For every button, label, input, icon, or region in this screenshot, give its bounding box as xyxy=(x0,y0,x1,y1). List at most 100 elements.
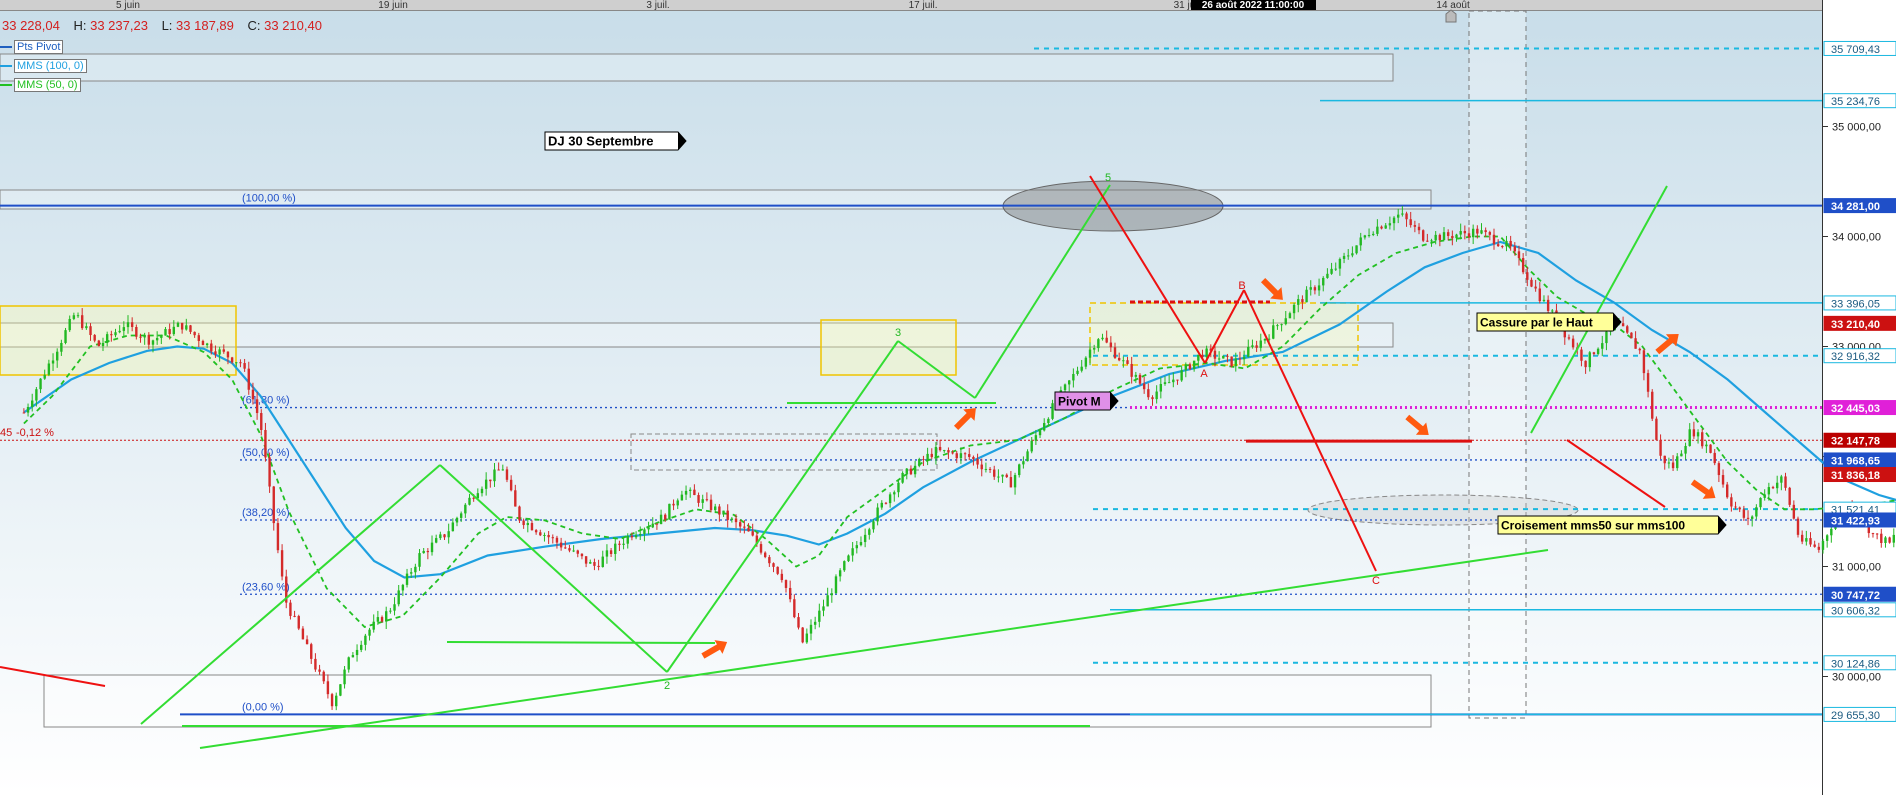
candle-body xyxy=(1809,538,1812,545)
candle-body xyxy=(143,334,146,338)
fib-label: (38,20 %) xyxy=(242,507,290,519)
candle-body xyxy=(1238,358,1242,360)
legend-item-sma50[interactable]: MMS (50, 0) xyxy=(0,78,87,92)
candle-body xyxy=(1546,299,1550,311)
price-chart[interactable]: (100,00 %)(61,80 %)(50,00 %)(38,20 %)(23… xyxy=(0,0,1896,795)
candle-body xyxy=(830,593,834,596)
legend-label-sma100: MMS (100, 0) xyxy=(14,59,87,73)
candle-body xyxy=(1359,237,1362,246)
candle-body xyxy=(260,413,263,430)
price-label-text: 31 422,93 xyxy=(1831,515,1880,527)
candle-body xyxy=(793,599,796,618)
candle-body xyxy=(1634,338,1637,349)
candle-body xyxy=(884,502,888,504)
candle-body xyxy=(893,492,896,495)
candle-body xyxy=(988,468,992,470)
candle-body xyxy=(1034,435,1038,441)
candle-body xyxy=(322,671,325,682)
candle-body xyxy=(697,495,700,503)
candle-body xyxy=(347,657,350,670)
candle-body xyxy=(847,555,850,562)
candle-body xyxy=(1455,234,1458,239)
candle-down xyxy=(276,518,280,554)
price-label-cyan: 33 396,05 xyxy=(1823,295,1896,311)
candle-body xyxy=(1463,231,1467,234)
price-label-text: 32 147,78 xyxy=(1831,436,1880,448)
fib-label: (0,00 %) xyxy=(242,701,284,713)
candle-body xyxy=(643,529,646,534)
candle-body xyxy=(1592,352,1596,355)
candle-body xyxy=(1234,358,1237,367)
candle-body xyxy=(734,518,738,523)
price-label-cyan: 35 234,76 xyxy=(1823,93,1896,109)
candle-down xyxy=(1630,332,1633,339)
candle-body xyxy=(1301,299,1304,303)
candle-body xyxy=(589,562,592,564)
candle-body xyxy=(705,499,709,501)
candle-body xyxy=(1388,223,1392,226)
candle-body xyxy=(868,529,871,535)
candle-up xyxy=(1355,245,1358,255)
candle-body xyxy=(726,510,729,520)
candle-body xyxy=(393,604,396,611)
red-line-label: -0,12 % xyxy=(16,427,54,439)
candle-body xyxy=(584,556,588,564)
candle-body xyxy=(1067,380,1071,385)
candle-body xyxy=(1746,517,1750,519)
high-key: H: xyxy=(73,18,87,33)
candle-body xyxy=(805,633,809,643)
x-tick-label-2: 3 juil. xyxy=(646,0,669,11)
candle-body xyxy=(1438,234,1442,241)
candle-body xyxy=(1397,214,1400,218)
candle-body xyxy=(1726,484,1729,498)
candle-body xyxy=(759,544,763,553)
candle-body xyxy=(1217,358,1221,360)
candle-body xyxy=(801,627,804,643)
candle-body xyxy=(1018,464,1021,476)
candle-body xyxy=(968,454,971,457)
candle-body xyxy=(559,542,563,548)
candle-body xyxy=(1063,384,1067,391)
candle-body xyxy=(522,520,525,526)
candle-body xyxy=(1276,325,1279,327)
candle-body xyxy=(672,503,675,506)
candle-body xyxy=(126,322,130,328)
candle-body xyxy=(1684,445,1687,454)
candle-body xyxy=(1551,310,1554,312)
x-tick-label-1: 19 juin xyxy=(378,0,407,11)
candle-body xyxy=(47,363,51,375)
candle-body xyxy=(1001,474,1004,477)
candle-up xyxy=(668,503,671,520)
legend-item-pivot-points[interactable]: Pts Pivot xyxy=(0,40,87,54)
candle-body xyxy=(1405,213,1408,220)
candle-body xyxy=(1151,397,1154,400)
candle-body xyxy=(1621,323,1625,327)
y-tick-label-5: 30 000,00 xyxy=(1832,672,1881,684)
candle-body xyxy=(1517,251,1521,259)
candle-body xyxy=(788,587,792,600)
candle-body xyxy=(1413,225,1417,227)
candle-body xyxy=(89,326,92,336)
candle-body xyxy=(318,669,321,672)
candle-body xyxy=(468,497,471,505)
candle-body xyxy=(1109,342,1113,348)
candle-body xyxy=(35,389,38,401)
candle-body xyxy=(1605,331,1608,344)
candle-body xyxy=(1142,383,1146,390)
candle-body xyxy=(880,502,883,508)
candle-body xyxy=(1459,231,1462,235)
candle-down xyxy=(1138,373,1142,386)
candle-body xyxy=(376,617,380,622)
candle-body xyxy=(230,357,234,363)
candle-body xyxy=(1222,355,1225,359)
candle-body xyxy=(534,530,538,533)
candle-body xyxy=(1126,360,1129,364)
candle-body xyxy=(1688,429,1691,446)
legend-item-sma100[interactable]: MMS (100, 0) xyxy=(0,59,87,73)
candle-body xyxy=(1676,456,1679,469)
candle-body xyxy=(547,534,550,538)
candle-body xyxy=(497,469,500,471)
price-label-cyan: 35 709,43 xyxy=(1823,40,1896,56)
price-label-magenta: 32 445,03 xyxy=(1823,400,1896,416)
candle-body xyxy=(1696,432,1700,437)
